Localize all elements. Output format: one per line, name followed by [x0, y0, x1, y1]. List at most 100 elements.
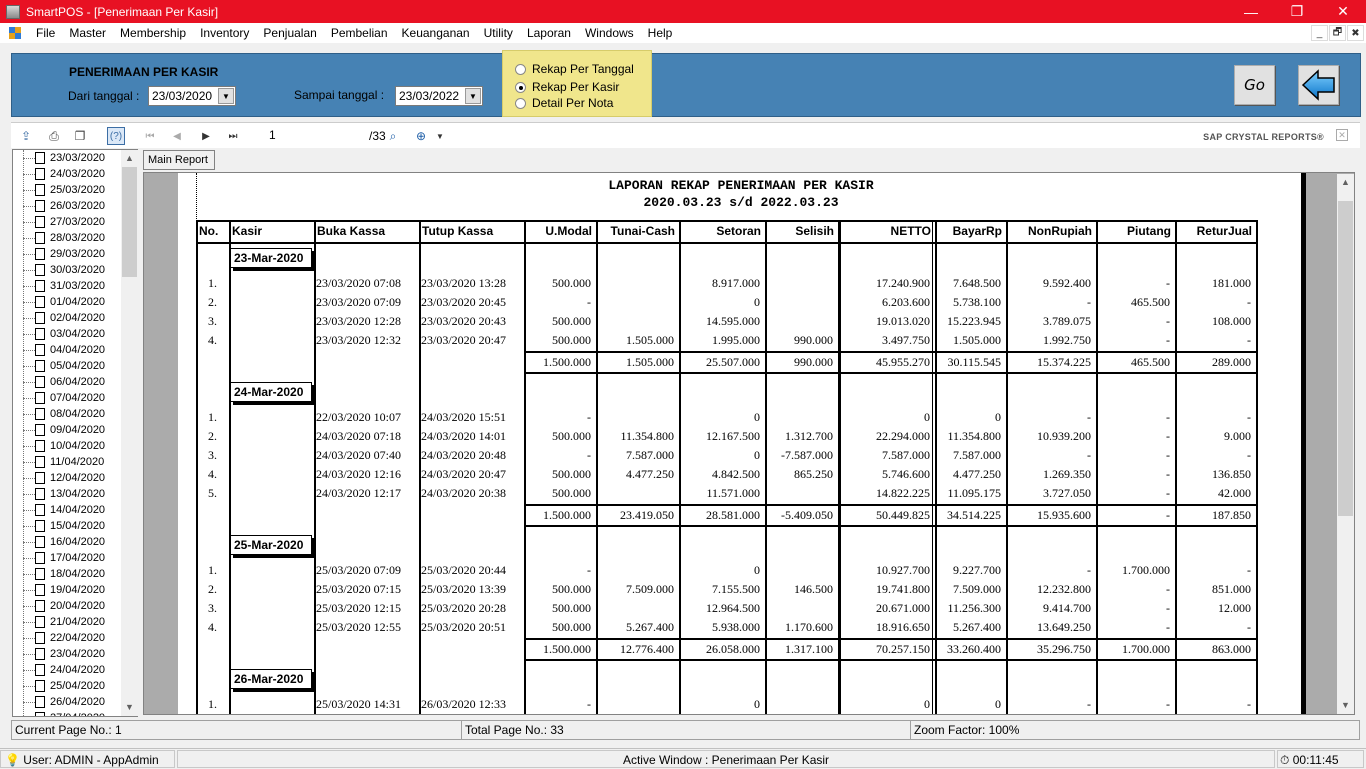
tree-item[interactable]: 22/04/2020 [13, 630, 137, 646]
tree-item[interactable]: 17/04/2020 [13, 550, 137, 566]
tree-item[interactable]: 13/04/2020 [13, 486, 137, 502]
tree-item[interactable]: 27/04/2020 [13, 710, 137, 716]
group-header-date[interactable]: 24-Mar-2020 [230, 382, 312, 402]
mdi-restore-button[interactable]: 🗗 [1329, 25, 1346, 41]
tree-item[interactable]: 02/04/2020 [13, 310, 137, 326]
tree-item[interactable]: 21/04/2020 [13, 614, 137, 630]
tree-item[interactable]: 12/04/2020 [13, 470, 137, 486]
chevron-down-icon[interactable]: ▼ [465, 88, 481, 104]
tree-item[interactable]: 18/04/2020 [13, 566, 137, 582]
tree-item[interactable]: 24/04/2020 [13, 662, 137, 678]
table-cell: 6.203.600 [882, 295, 930, 309]
group-header-date[interactable]: 23-Mar-2020 [230, 248, 312, 268]
next-page-icon[interactable]: ▶ [197, 127, 215, 145]
scroll-up-icon[interactable]: ▲ [1337, 174, 1354, 191]
report-scrollbar[interactable]: ▲ ▼ [1337, 174, 1354, 714]
tree-item[interactable]: 16/04/2020 [13, 534, 137, 550]
menu-inventory[interactable]: Inventory [193, 23, 256, 43]
radio-rekap-per-tanggal[interactable]: Rekap Per Tanggal [515, 62, 634, 76]
close-toolbar-icon[interactable]: ✕ [1336, 129, 1348, 141]
radio-detail-per-nota[interactable]: Detail Per Nota [515, 96, 613, 110]
tree-item[interactable]: 15/04/2020 [13, 518, 137, 534]
table-cell [598, 697, 674, 711]
tab-main-report[interactable]: Main Report [143, 150, 215, 170]
last-page-icon[interactable]: ⏭ [224, 127, 242, 145]
tree-item[interactable]: 10/04/2020 [13, 438, 137, 454]
radio-button-icon[interactable] [515, 97, 526, 109]
chevron-down-icon[interactable]: ▼ [218, 88, 234, 104]
group-header-date[interactable]: 25-Mar-2020 [230, 535, 312, 555]
print-icon[interactable]: ⎙ [45, 127, 63, 145]
menu-laporan[interactable]: Laporan [520, 23, 578, 43]
mdi-close-button[interactable]: ✖ [1347, 25, 1364, 41]
mdi-child-icon[interactable] [9, 27, 21, 39]
restore-button[interactable]: ❐ [1274, 0, 1320, 23]
help-icon[interactable]: (?) [107, 127, 125, 145]
tree-item[interactable]: 30/03/2020 [13, 262, 137, 278]
copy-icon[interactable]: ❐ [71, 127, 89, 145]
tree-scroll-thumb[interactable] [122, 167, 137, 277]
radio-rekap-per-kasir[interactable]: Rekap Per Kasir [515, 80, 619, 94]
tree-item[interactable]: 01/04/2020 [13, 294, 137, 310]
document-icon [35, 424, 45, 436]
tree-item-label: 05/04/2020 [50, 360, 106, 372]
tree-item[interactable]: 29/03/2020 [13, 246, 137, 262]
tree-item[interactable]: 26/04/2020 [13, 694, 137, 710]
tree-item[interactable]: 06/04/2020 [13, 374, 137, 390]
tree-item[interactable]: 31/03/2020 [13, 278, 137, 294]
page-number-input[interactable]: 1 [265, 126, 365, 146]
menu-utility[interactable]: Utility [477, 23, 520, 43]
from-date-picker[interactable]: 23/03/2020 ▼ [148, 86, 236, 106]
tree-item[interactable]: 25/04/2020 [13, 678, 137, 694]
menu-keuanganan[interactable]: Keuanganan [395, 23, 477, 43]
table-cell: 4. [208, 333, 217, 347]
menu-pembelian[interactable]: Pembelian [324, 23, 395, 43]
go-button[interactable]: Go [1234, 65, 1275, 105]
menu-help[interactable]: Help [641, 23, 680, 43]
mdi-minimize-button[interactable]: _ [1311, 25, 1328, 41]
menu-penjualan[interactable]: Penjualan [256, 23, 323, 43]
first-page-icon[interactable]: ⏮ [141, 127, 159, 145]
to-date-picker[interactable]: 23/03/2022 ▼ [395, 86, 483, 106]
table-cell: 0 [924, 697, 930, 711]
menu-membership[interactable]: Membership [113, 23, 193, 43]
tree-item[interactable]: 24/03/2020 [13, 166, 137, 182]
scroll-up-icon[interactable]: ▲ [121, 150, 138, 167]
tree-item[interactable]: 03/04/2020 [13, 326, 137, 342]
tree-item[interactable]: 20/04/2020 [13, 598, 137, 614]
tree-item[interactable]: 08/04/2020 [13, 406, 137, 422]
export-icon[interactable]: ⇪ [17, 127, 35, 145]
group-header-date[interactable]: 26-Mar-2020 [230, 669, 312, 689]
tree-item[interactable]: 07/04/2020 [13, 390, 137, 406]
tree-item[interactable]: 19/04/2020 [13, 582, 137, 598]
tree-item[interactable]: 28/03/2020 [13, 230, 137, 246]
tree-item[interactable]: 04/04/2020 [13, 342, 137, 358]
radio-button-icon[interactable] [515, 63, 526, 75]
zoom-dropdown-icon[interactable]: ▼ [431, 127, 449, 145]
menu-windows[interactable]: Windows [578, 23, 641, 43]
close-button[interactable]: ✕ [1320, 0, 1366, 23]
subtotal-cell: 70.257.150 [876, 642, 930, 656]
tree-item[interactable]: 23/04/2020 [13, 646, 137, 662]
scroll-down-icon[interactable]: ▼ [121, 699, 138, 716]
back-button[interactable] [1298, 65, 1339, 105]
minimize-button[interactable]: — [1228, 0, 1274, 23]
report-scroll-thumb[interactable] [1338, 201, 1353, 516]
tree-item[interactable]: 26/03/2020 [13, 198, 137, 214]
tree-item[interactable]: 05/04/2020 [13, 358, 137, 374]
tree-item[interactable]: 25/03/2020 [13, 182, 137, 198]
zoom-icon[interactable]: ⊕ [412, 127, 430, 145]
menu-file[interactable]: File [29, 23, 62, 43]
menu-master[interactable]: Master [62, 23, 113, 43]
tree-item-label: 08/04/2020 [50, 408, 106, 420]
tree-item[interactable]: 23/03/2020 [13, 150, 137, 166]
prev-page-icon[interactable]: ◀ [168, 127, 186, 145]
tree-item[interactable]: 14/04/2020 [13, 502, 137, 518]
tree-item[interactable]: 09/04/2020 [13, 422, 137, 438]
find-icon[interactable]: ⌕ [384, 127, 402, 145]
radio-button-selected-icon[interactable] [515, 81, 526, 93]
tree-item[interactable]: 27/03/2020 [13, 214, 137, 230]
tree-item[interactable]: 11/04/2020 [13, 454, 137, 470]
tree-scrollbar[interactable]: ▲ ▼ [121, 150, 138, 716]
scroll-down-icon[interactable]: ▼ [1337, 697, 1354, 714]
